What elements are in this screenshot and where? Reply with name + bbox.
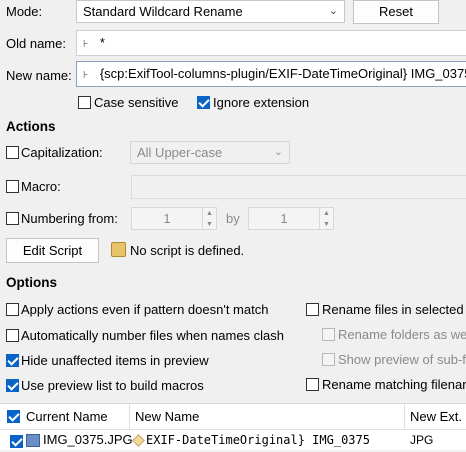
case-sensitive-label: Case sensitive <box>94 95 179 110</box>
table-row[interactable]: IMG_0375.JPG EXIF-DateTimeOriginal} IMG_… <box>0 430 466 451</box>
numbering-label: Numbering from: <box>21 211 118 226</box>
auto-number-label: Automatically number files when names cl… <box>21 328 285 343</box>
column-new-name[interactable]: New Name <box>131 404 405 430</box>
arrow-down-icon[interactable]: ▼ <box>319 219 333 230</box>
mode-value: Standard Wildcard Rename <box>83 4 243 19</box>
new-name-label: New name: <box>6 68 72 83</box>
image-file-icon <box>26 434 40 447</box>
script-icon <box>111 242 126 257</box>
row-new-ext: JPG <box>410 433 434 447</box>
numbering-from-value: 1 <box>163 211 171 226</box>
preview-list[interactable]: Current Name New Name New Ext. IMG_0375.… <box>0 403 466 450</box>
rename-folders-label: Rename folders as we <box>338 327 466 342</box>
numbering-by-stepper[interactable]: 1 ▲ ▼ <box>248 207 334 230</box>
old-name-value: * <box>99 35 105 50</box>
tree-icon: ⊦ <box>83 39 89 50</box>
new-name-field[interactable]: ⊦ {scp:ExifTool-columns-plugin/EXIF-Date… <box>76 61 466 87</box>
rename-selected-checkbox[interactable] <box>306 303 319 316</box>
row-checkbox[interactable] <box>10 435 23 448</box>
column-current-name[interactable]: Current Name <box>22 404 130 430</box>
edit-script-button[interactable]: Edit Script <box>6 238 99 263</box>
ignore-extension-label: Ignore extension <box>213 95 310 110</box>
macro-field[interactable] <box>131 175 466 199</box>
macro-label: Macro: <box>21 179 61 194</box>
chevron-down-icon: ⌄ <box>273 146 283 158</box>
capitalization-value: All Upper-case <box>137 145 223 160</box>
rename-selected-label: Rename files in selected <box>322 302 464 317</box>
actions-heading: Actions <box>6 119 56 134</box>
show-preview-sub-label: Show preview of sub-f <box>338 352 466 367</box>
chevron-down-icon: ⌄ <box>328 5 338 17</box>
select-all-checkbox[interactable] <box>7 410 20 423</box>
rename-matching-label: Rename matching filenan <box>322 377 466 392</box>
rename-folders-checkbox[interactable] <box>322 328 335 341</box>
capitalization-label: Capitalization: <box>21 145 103 160</box>
arrow-down-icon[interactable]: ▼ <box>202 219 216 230</box>
capitalization-checkbox[interactable] <box>6 146 19 159</box>
numbering-from-stepper[interactable]: 1 ▲ ▼ <box>131 207 217 230</box>
column-new-ext[interactable]: New Ext. <box>406 404 466 430</box>
auto-number-checkbox[interactable] <box>6 329 19 342</box>
mode-select[interactable]: Standard Wildcard Rename ⌄ <box>76 0 345 23</box>
case-sensitive-checkbox[interactable] <box>78 96 91 109</box>
reset-button[interactable]: Reset <box>353 0 439 24</box>
tag-icon <box>132 434 145 447</box>
ignore-extension-checkbox[interactable] <box>197 96 210 109</box>
row-current-name: IMG_0375.JPG <box>43 432 133 447</box>
numbering-by-value: 1 <box>280 211 288 226</box>
arrow-up-icon[interactable]: ▲ <box>319 208 333 219</box>
new-name-value: {scp:ExifTool-columns-plugin/EXIF-DateTi… <box>99 66 466 81</box>
no-script-text: No script is defined. <box>130 243 245 258</box>
old-name-label: Old name: <box>6 36 66 51</box>
arrow-up-icon[interactable]: ▲ <box>202 208 216 219</box>
preview-header: Current Name New Name New Ext. <box>0 404 466 430</box>
options-heading: Options <box>6 275 57 290</box>
show-preview-sub-checkbox[interactable] <box>322 353 335 366</box>
hide-unaffected-label: Hide unaffected items in preview <box>21 353 209 368</box>
macro-checkbox[interactable] <box>6 180 19 193</box>
rename-matching-checkbox[interactable] <box>306 378 319 391</box>
apply-actions-checkbox[interactable] <box>6 303 19 316</box>
numbering-by-label: by <box>226 211 240 226</box>
tree-icon: ⊦ <box>83 70 89 81</box>
capitalization-select[interactable]: All Upper-case ⌄ <box>130 141 290 164</box>
old-name-field[interactable]: ⊦ * <box>76 30 466 56</box>
use-preview-checkbox[interactable] <box>6 379 19 392</box>
mode-label: Mode: <box>6 4 43 19</box>
apply-actions-label: Apply actions even if pattern doesn't ma… <box>21 302 269 317</box>
use-preview-label: Use preview list to build macros <box>21 378 204 393</box>
numbering-checkbox[interactable] <box>6 212 19 225</box>
hide-unaffected-checkbox[interactable] <box>6 354 19 367</box>
row-new-name: EXIF-DateTimeOriginal} IMG_0375 <box>146 433 370 447</box>
